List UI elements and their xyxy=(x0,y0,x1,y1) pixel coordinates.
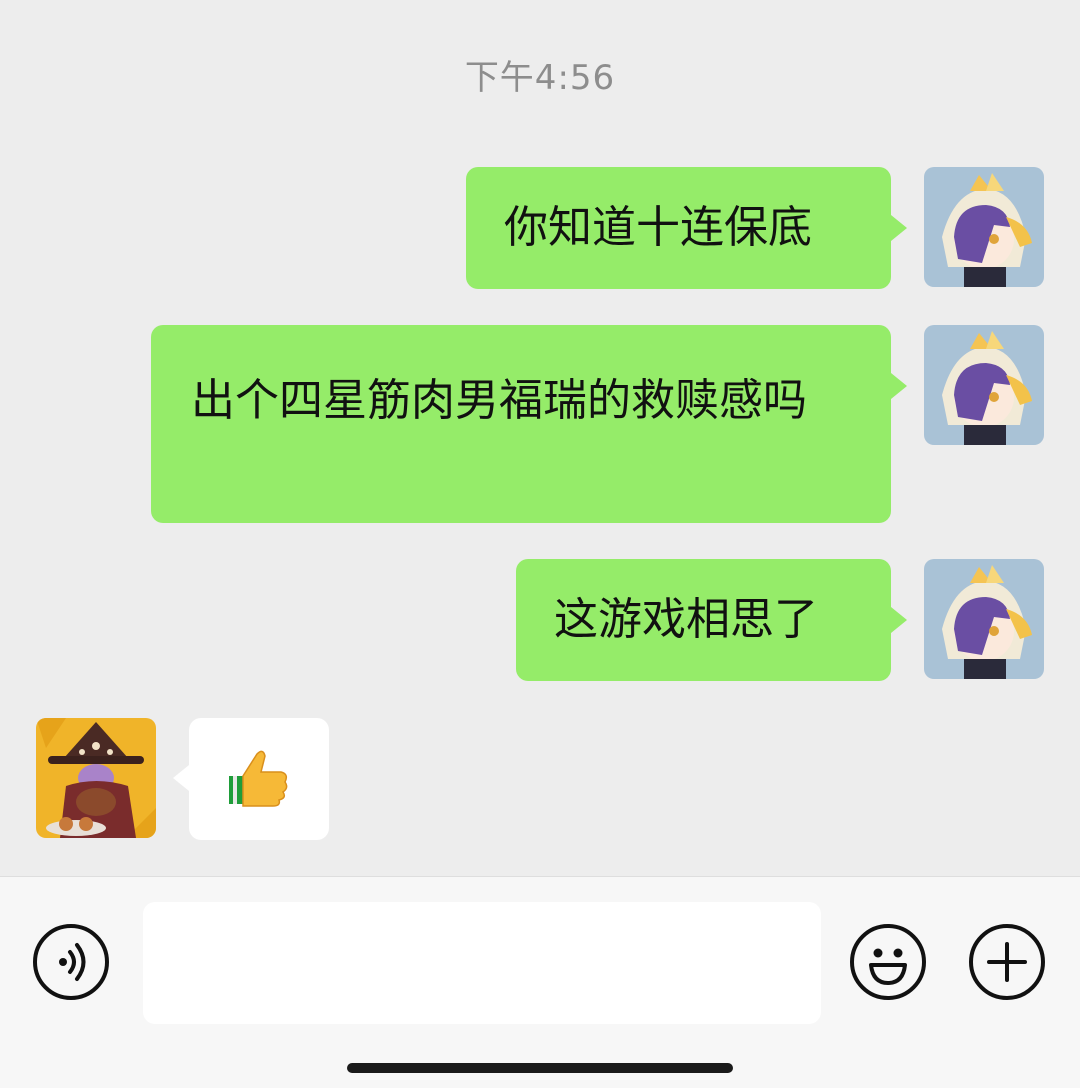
message-bubble[interactable]: 这游戏相思了 xyxy=(516,559,891,681)
bubble-tail xyxy=(891,373,907,399)
message-bubble[interactable]: 出个四星筋肉男福瑞的救赎感吗 xyxy=(151,325,891,523)
more-button[interactable] xyxy=(969,924,1045,1000)
thumbs-up-icon xyxy=(227,746,291,810)
avatar[interactable] xyxy=(924,559,1044,679)
voice-icon xyxy=(37,928,105,996)
message-input[interactable] xyxy=(143,902,821,1024)
avatar[interactable] xyxy=(924,325,1044,445)
message-text: 你知道十连保底 xyxy=(504,202,812,253)
emoji-button[interactable] xyxy=(850,924,926,1000)
bubble-tail xyxy=(891,215,907,241)
emoji-icon xyxy=(854,928,922,996)
avatar[interactable] xyxy=(36,718,156,838)
input-bar xyxy=(0,876,1080,1088)
message-bubble[interactable] xyxy=(189,718,329,840)
message-text: 出个四星筋肉男福瑞的救赎感吗 xyxy=(191,375,807,426)
message-bubble[interactable]: 你知道十连保底 xyxy=(466,167,891,289)
bubble-tail xyxy=(891,607,907,633)
message-text: 这游戏相思了 xyxy=(554,594,818,645)
timestamp: 下午4:56 xyxy=(464,58,616,98)
home-indicator[interactable] xyxy=(347,1063,733,1073)
voice-button[interactable] xyxy=(33,924,109,1000)
bubble-tail xyxy=(173,765,189,791)
avatar[interactable] xyxy=(924,167,1044,287)
plus-icon xyxy=(973,928,1041,996)
